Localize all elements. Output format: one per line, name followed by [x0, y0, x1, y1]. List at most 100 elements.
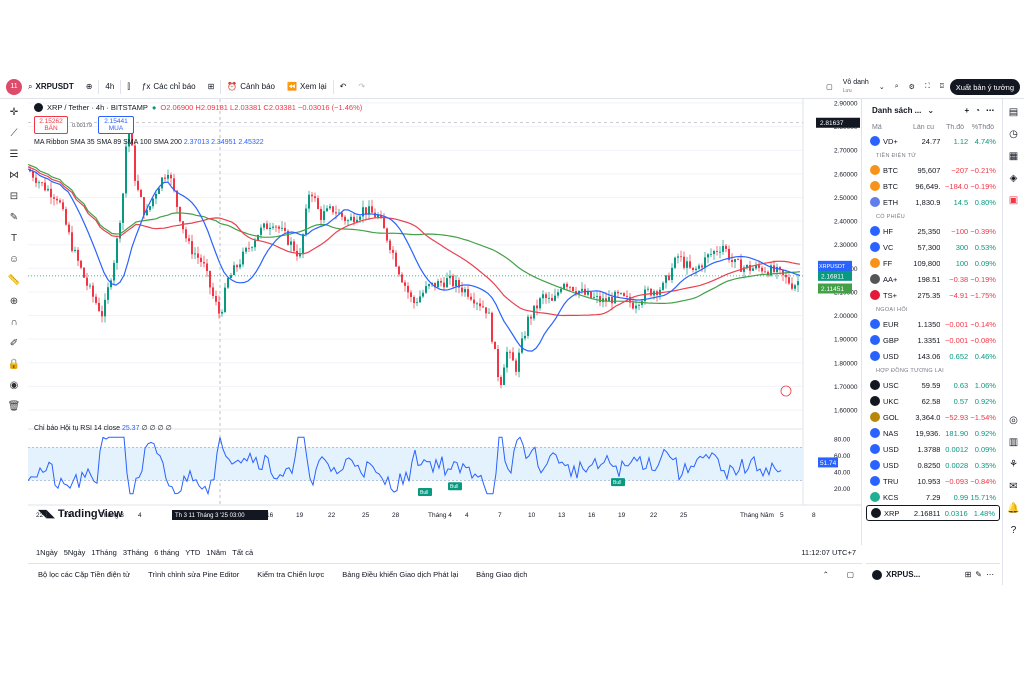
watchlist-icon[interactable]: ▤ [1007, 105, 1021, 119]
ma-ribbon-legend[interactable]: MA Ribbon SMA 35 SMA 89 SMA 100 SMA 200 … [34, 139, 264, 146]
lock-icon[interactable]: 🔒 [5, 355, 23, 373]
eye-icon[interactable]: ◉ [5, 376, 23, 394]
col-symbol[interactable]: Mã [872, 124, 900, 131]
help-icon[interactable]: ? [1007, 523, 1021, 537]
range-button[interactable]: 6 tháng [154, 548, 179, 557]
watchlist-row[interactable]: USD 1.3788 0.0012 0.09% [866, 441, 1000, 457]
watchlist-row[interactable]: GOL 3,364.0 −52.93 −1.54% [866, 409, 1000, 425]
more-icon[interactable]: ⋯ [986, 106, 994, 115]
interval-button[interactable]: 4h [99, 75, 120, 99]
range-button[interactable]: 5Ngày [64, 548, 86, 557]
watchlist-row[interactable]: NAS 19,936. 181.90 0.92% [866, 425, 1000, 441]
chart-type-button[interactable]: ⫿ [121, 75, 136, 99]
chat-icon[interactable]: ✉ [1007, 479, 1021, 493]
watchlist-row[interactable]: TRU 10.953 −0.093 −0.84% [866, 473, 1000, 489]
zoom-icon[interactable]: ⊕ [5, 292, 23, 310]
watchlist-row[interactable]: USC 59.59 0.63 1.06% [866, 377, 1000, 393]
trash-icon[interactable]: 🗑 [5, 397, 23, 415]
indicators-button[interactable]: ƒx Các chỉ báo [136, 75, 202, 99]
notifications-icon[interactable]: ▣ [1007, 193, 1021, 207]
rsi-legend[interactable]: Chỉ báo Hội tụ RSI 14 close 25.37 ∅ ∅ ∅ … [34, 424, 172, 432]
crosshair-icon[interactable]: ✛ [5, 103, 23, 121]
watchlist-row[interactable]: BTC 96,649. −184.0 −0.19% [866, 178, 1000, 194]
layout-name-button[interactable]: Vô danh Lưu [843, 79, 869, 95]
user-avatar[interactable]: 11 [6, 78, 22, 95]
grid-icon[interactable]: ⊞ [965, 570, 972, 579]
compare-button[interactable]: ⊕ [80, 75, 99, 99]
range-button[interactable]: 1Tháng [91, 548, 116, 557]
watchlist-row[interactable]: KCS 7.29 0.99 15.71% [866, 489, 1000, 505]
watchlist-row[interactable]: USD 0.8250 0.0028 0.35% [866, 457, 1000, 473]
col-change-pct[interactable]: %Thđổ [964, 124, 994, 131]
range-button[interactable]: 1Năm [206, 548, 226, 557]
watchlist-section-header[interactable]: CỔ PHIẾU [866, 210, 1000, 223]
watchlist-row[interactable]: GBP 1.3351 −0.001 −0.08% [866, 332, 1000, 348]
watchlist-row[interactable]: VD+ 24.77 1.12 4.74% [866, 133, 1000, 149]
settings-icon[interactable]: ⚙ [909, 83, 915, 91]
watchlist-row[interactable]: USD 143.06 0.652 0.46% [866, 348, 1000, 364]
layers-icon[interactable]: ◈ [1007, 171, 1021, 185]
watchlist-row[interactable]: VC 57,300 300 0.53% [866, 239, 1000, 255]
layout-icon[interactable]: ◔ [975, 106, 980, 115]
chart-area[interactable]: 2.900002.800002.700002.600002.500002.400… [27, 99, 862, 545]
bottom-tab[interactable]: Bảng Giao dịch [476, 570, 527, 579]
undo-button[interactable]: ↶ [334, 75, 353, 99]
watchlist-section-header[interactable]: NGOẠI HỐI [866, 303, 1000, 316]
data-window-icon[interactable]: ▥ [1007, 435, 1021, 449]
fib-icon[interactable]: ☰ [5, 145, 23, 163]
watchlist-title[interactable]: Danh sách ... [872, 106, 921, 115]
maximize-icon[interactable]: ▢ [847, 570, 862, 579]
bottom-tab[interactable]: Trình chỉnh sửa Pine Editor [148, 570, 239, 579]
sell-button[interactable]: 2.15262 BÁN [34, 116, 68, 134]
price-chart-canvas[interactable]: 2.900002.800002.700002.600002.500002.400… [27, 99, 862, 545]
alerts-button[interactable]: ⏰ Cảnh báo [221, 75, 281, 99]
text-icon[interactable]: T [5, 229, 23, 247]
footer-symbol[interactable]: XRPUS... [886, 570, 920, 579]
buy-button[interactable]: 2.15441 MUA [98, 116, 134, 134]
templates-button[interactable]: ⊞ [202, 75, 221, 99]
watchlist-row[interactable]: EUR 1.1350 −0.001 −0.14% [866, 316, 1000, 332]
fullscreen-icon[interactable]: ⛶ [925, 83, 930, 91]
publish-idea-button[interactable]: Xuất bản ý tưởng [949, 79, 1020, 95]
col-last[interactable]: Lần cu [900, 124, 934, 131]
ruler-icon[interactable]: 📏 [5, 271, 23, 289]
redo-button[interactable]: ↷ [352, 75, 371, 99]
quick-search-icon[interactable]: ⌕ [895, 83, 899, 91]
watchlist-row[interactable]: HF 25,350 −100 −0.39% [866, 223, 1000, 239]
col-change[interactable]: Th.đổ [934, 124, 964, 131]
bottom-tab[interactable]: Bộ lọc các Cặp Tiền điện tử [38, 570, 130, 579]
watchlist-row[interactable]: XRP 2.16811 0.0316 1.48% [866, 505, 1000, 521]
watchlist-row[interactable]: AA+ 198.51 −0.38 −0.19% [866, 271, 1000, 287]
trendline-icon[interactable]: ⟋ [5, 124, 23, 142]
target-icon[interactable]: ◎ [1007, 413, 1021, 427]
lock-drawing-icon[interactable]: ✐ [5, 334, 23, 352]
add-symbol-icon[interactable]: + [964, 106, 969, 115]
camera-icon[interactable]: ⌼ [940, 83, 944, 91]
replay-button[interactable]: ⏪ Xem lại [281, 75, 333, 99]
prediction-icon[interactable]: ⊟ [5, 187, 23, 205]
watchlist-row[interactable]: FF 109,800 100 0.09% [866, 255, 1000, 271]
brush-icon[interactable]: ✎ [5, 208, 23, 226]
watchlist-row[interactable]: UKC 62.58 0.57 0.92% [866, 393, 1000, 409]
layout-icon[interactable]: ▢ [826, 83, 833, 91]
collapse-icon[interactable]: ⌃ [823, 570, 829, 579]
watchlist-section-header[interactable]: TIỀN ĐIỆN TỬ [866, 149, 1000, 162]
magnet-icon[interactable]: ∩ [5, 313, 23, 331]
chevron-down-icon[interactable]: ⌄ [879, 83, 885, 91]
bottom-tab[interactable]: Bảng Điều khiển Giao dịch Phát lại [342, 570, 458, 579]
edit-icon[interactable]: ✎ [975, 570, 982, 579]
pattern-icon[interactable]: ⋈ [5, 166, 23, 184]
news-icon[interactable]: ▦ [1007, 149, 1021, 163]
range-button[interactable]: Tất cả [232, 548, 253, 557]
watchlist-row[interactable]: ETH 1,830.9 14.5 0.80% [866, 194, 1000, 210]
chevron-down-icon[interactable]: ⌄ [927, 106, 934, 115]
watchlist-row[interactable]: BTC 95,607 −207 −0.21% [866, 162, 1000, 178]
watchlist-row[interactable]: TS+ 275.35 −4.91 −1.75% [866, 287, 1000, 303]
alerts-clock-icon[interactable]: ◷ [1007, 127, 1021, 141]
symbol-search[interactable]: ⌕ XRPUSDT [22, 75, 80, 99]
range-button[interactable]: 1Ngày [36, 548, 58, 557]
emoji-icon[interactable]: ☺ [5, 250, 23, 268]
range-button[interactable]: 3Tháng [123, 548, 148, 557]
more-icon[interactable]: ⋯ [986, 570, 994, 579]
watchlist-section-header[interactable]: HỢP ĐỒNG TƯƠNG LAI [866, 364, 1000, 377]
